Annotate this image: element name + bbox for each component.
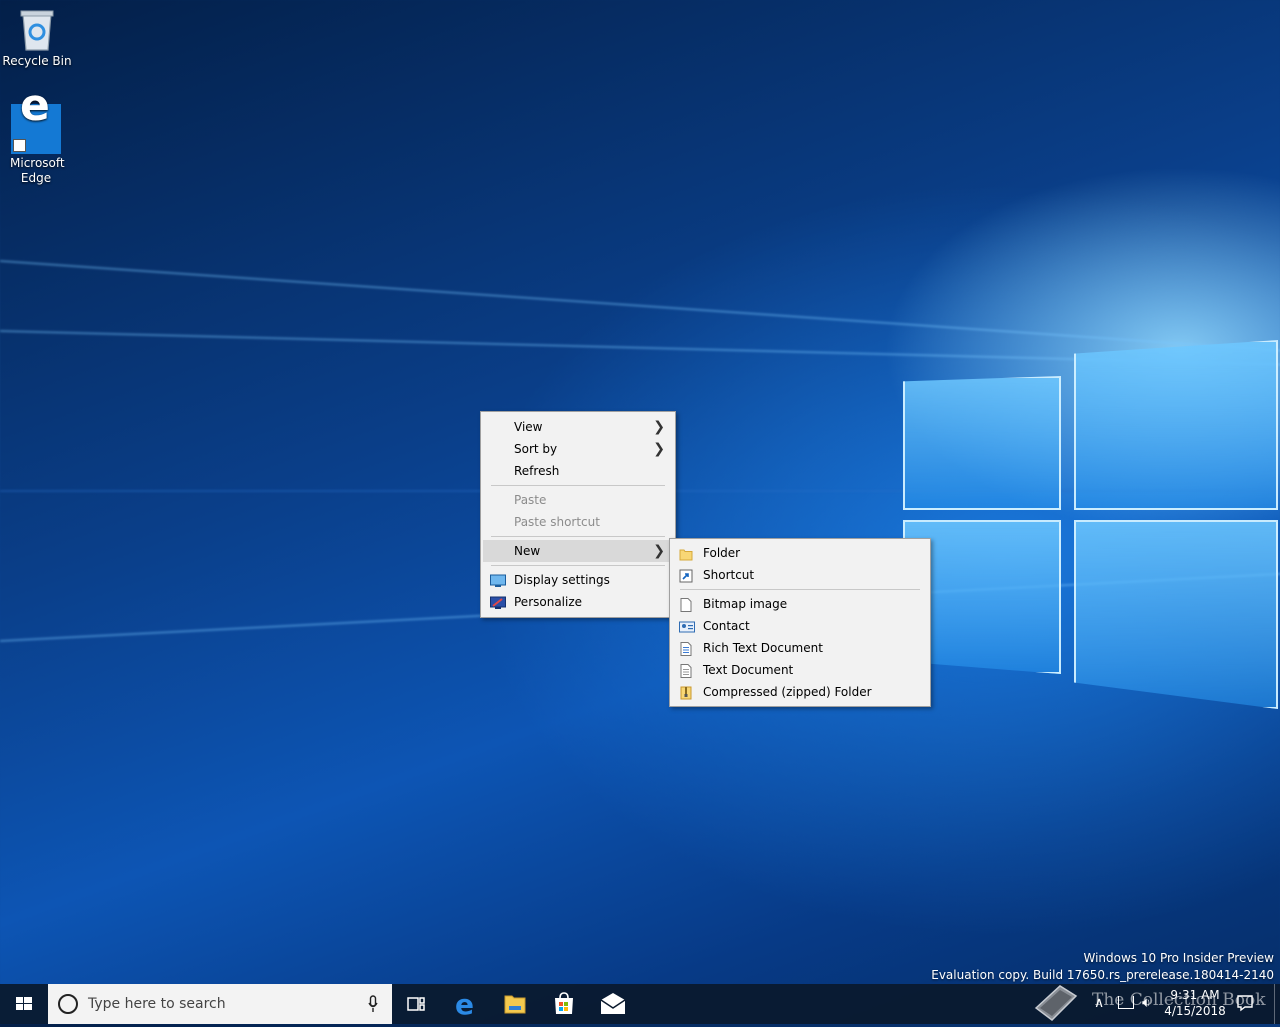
display-settings-icon (490, 573, 506, 587)
desktop-icon-label: Microsoft Edge (10, 156, 65, 185)
show-hidden-icons-button[interactable]: ∧ (1094, 995, 1104, 1011)
submenu-item-label: Bitmap image (703, 597, 788, 611)
chevron-right-icon: ❯ (653, 543, 665, 559)
light-beam (0, 260, 1280, 353)
mail-icon (600, 993, 626, 1014)
edge-icon: e (455, 988, 474, 1021)
watermark-line-2: Evaluation copy. Build 17650.rs_prerelea… (931, 968, 1274, 982)
bitmap-icon (679, 597, 693, 612)
store-icon (555, 992, 573, 1014)
clock-time: 9:31 AM (1170, 988, 1220, 1002)
zip-folder-icon (679, 685, 693, 700)
new-submenu: Folder Shortcut Bitmap image Contact Ric… (669, 538, 931, 707)
menu-separator (491, 485, 665, 486)
menu-item-label: Paste shortcut (514, 515, 600, 529)
submenu-item-label: Folder (703, 546, 741, 560)
desktop-icon-label: Recycle Bin (2, 54, 72, 68)
logo-pane-top-left (903, 376, 1061, 510)
menu-item-new[interactable]: New ❯ (483, 540, 673, 562)
shortcut-arrow-icon (13, 139, 26, 152)
submenu-item-compressed-folder[interactable]: Compressed (zipped) Folder (670, 681, 930, 703)
submenu-item-contact[interactable]: Contact (670, 615, 930, 637)
taskbar-store-button[interactable] (540, 984, 588, 1024)
cortana-icon (58, 994, 78, 1014)
menu-item-label: New (514, 544, 541, 558)
submenu-item-label: Rich Text Document (703, 641, 823, 655)
menu-item-label: Display settings (514, 573, 610, 587)
submenu-item-folder[interactable]: Folder (670, 542, 930, 564)
taskbar-search-box[interactable]: Type here to search (48, 984, 392, 1024)
action-center-button[interactable] (1236, 994, 1254, 1012)
menu-item-paste-shortcut[interactable]: Paste shortcut (481, 511, 675, 533)
clock[interactable]: 9:31 AM 4/15/2018 (1162, 987, 1228, 1019)
recycle-bin-icon (17, 8, 57, 52)
chevron-right-icon: ❯ (653, 441, 665, 457)
menu-item-label: Refresh (514, 464, 560, 478)
submenu-item-label: Shortcut (703, 568, 755, 582)
collection-book-logo-icon (1034, 985, 1078, 1021)
task-view-button[interactable] (392, 984, 440, 1024)
rich-text-icon (679, 641, 693, 656)
menu-separator (491, 536, 665, 537)
taskbar-file-explorer-button[interactable] (491, 984, 539, 1024)
desktop-icon-recycle-bin[interactable]: Recycle Bin (1, 8, 73, 69)
show-desktop-button[interactable] (1274, 984, 1280, 1024)
menu-item-paste[interactable]: Paste (481, 489, 675, 511)
menu-item-sort-by[interactable]: Sort by ❯ (481, 438, 675, 460)
logo-pane-top-right (1074, 340, 1278, 510)
file-explorer-icon (504, 995, 526, 1014)
task-view-icon (407, 997, 425, 1011)
edge-icon: e (11, 84, 61, 154)
menu-item-label: Personalize (514, 595, 583, 609)
menu-item-display-settings[interactable]: Display settings (481, 569, 675, 591)
menu-item-label: Paste (514, 493, 547, 507)
submenu-item-text-document[interactable]: Text Document (670, 659, 930, 681)
network-icon[interactable] (1118, 996, 1134, 1009)
contact-icon (679, 619, 695, 633)
taskbar: Type here to search e The Collection Boo… (0, 984, 1280, 1024)
text-document-icon (679, 663, 693, 678)
menu-item-label: View (514, 420, 543, 434)
logo-pane-bottom-right (1074, 520, 1278, 709)
menu-item-view[interactable]: View ❯ (481, 416, 675, 438)
submenu-item-label: Contact (703, 619, 750, 633)
shortcut-icon (679, 568, 693, 583)
watermark-line-1: Windows 10 Pro Insider Preview (1083, 951, 1274, 965)
volume-icon[interactable]: 🔉︎ (1142, 995, 1151, 1011)
submenu-item-label: Compressed (zipped) Folder (703, 685, 872, 699)
submenu-item-rich-text-document[interactable]: Rich Text Document (670, 637, 930, 659)
submenu-item-bitmap-image[interactable]: Bitmap image (670, 593, 930, 615)
taskbar-mail-button[interactable] (589, 984, 637, 1024)
start-button[interactable] (0, 984, 48, 1024)
personalize-icon (490, 595, 506, 609)
desktop-context-menu: View ❯ Sort by ❯ Refresh Paste Paste sho… (480, 411, 676, 618)
menu-separator (680, 589, 920, 590)
build-watermark: Windows 10 Pro Insider Preview Evaluatio… (931, 950, 1274, 984)
desktop-icon-microsoft-edge[interactable]: e Microsoft Edge (0, 84, 72, 186)
folder-icon (679, 546, 693, 561)
submenu-item-label: Text Document (703, 663, 794, 677)
search-placeholder: Type here to search (88, 996, 226, 1012)
chevron-right-icon: ❯ (653, 419, 665, 435)
windows-start-icon (16, 997, 32, 1010)
menu-item-personalize[interactable]: Personalize (481, 591, 675, 613)
menu-item-label: Sort by (514, 442, 558, 456)
menu-item-refresh[interactable]: Refresh (481, 460, 675, 482)
clock-date: 4/15/2018 (1164, 1004, 1226, 1018)
menu-separator (491, 565, 665, 566)
submenu-item-shortcut[interactable]: Shortcut (670, 564, 930, 586)
chevron-up-icon: ∧ (1094, 995, 1105, 1011)
microphone-icon[interactable] (368, 995, 378, 1013)
taskbar-edge-button[interactable]: e (443, 984, 491, 1024)
action-center-icon (1237, 995, 1253, 1012)
